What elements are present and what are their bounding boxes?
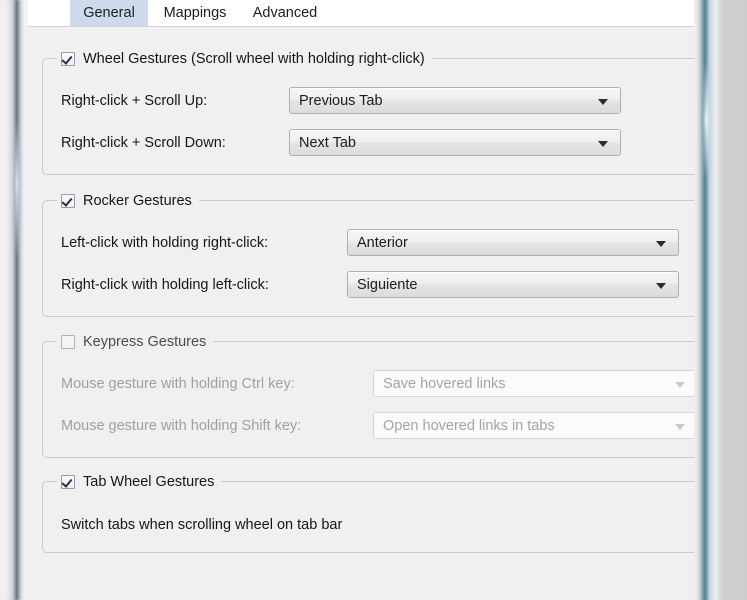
group-keypress-gestures: Keypress Gestures Mouse gesture with hol… xyxy=(42,341,701,458)
chevron-down-icon xyxy=(598,99,608,105)
shift-key-gesture-combobox[interactable]: Open hovered links in tabs xyxy=(373,412,698,439)
left-click-holding-right-combobox[interactable]: Anterior xyxy=(347,229,679,256)
settings-dialog: General Mappings Advanced Wheel Gestures… xyxy=(28,0,716,600)
tab-wheel-gestures-checkbox[interactable] xyxy=(61,475,75,489)
row-shift-key-gesture: Mouse gesture with holding Shift key: xyxy=(61,418,301,434)
ctrl-key-gesture-combobox[interactable]: Save hovered links xyxy=(373,370,698,397)
group-wheel-gestures-legend: Wheel Gestures (Scroll wheel with holdin… xyxy=(57,49,432,69)
right-click-holding-left-value: Siguiente xyxy=(348,277,417,293)
tab-wheel-gestures-note: Switch tabs when scrolling wheel on tab … xyxy=(61,517,342,533)
chevron-down-icon xyxy=(675,382,685,388)
tab-mappings[interactable]: Mappings xyxy=(152,0,238,26)
wheel-gestures-checkbox[interactable] xyxy=(61,52,75,66)
shift-key-gesture-value: Open hovered links in tabs xyxy=(374,418,555,434)
group-rocker-gestures: Rocker Gestures Left-click with holding … xyxy=(42,200,701,317)
window-left-border-highlight xyxy=(15,120,19,260)
tab-strip: General Mappings Advanced xyxy=(28,0,716,27)
row-right-click-scroll-up: Right-click + Scroll Up: xyxy=(61,93,207,109)
chevron-down-icon xyxy=(598,141,608,147)
group-keypress-gestures-legend: Keypress Gestures xyxy=(57,332,213,352)
group-rocker-gestures-legend: Rocker Gestures xyxy=(57,191,199,211)
tab-advanced[interactable]: Advanced xyxy=(240,0,330,26)
right-click-scroll-up-combobox[interactable]: Previous Tab xyxy=(289,87,621,114)
rocker-gestures-checkbox[interactable] xyxy=(61,194,75,208)
chevron-down-icon xyxy=(656,241,666,247)
wheel-gestures-label: Wheel Gestures (Scroll wheel with holdin… xyxy=(83,51,425,67)
left-click-holding-right-label: Left-click with holding right-click: xyxy=(61,235,268,251)
ctrl-key-gesture-value: Save hovered links xyxy=(374,376,506,392)
tab-wheel-gestures-label: Tab Wheel Gestures xyxy=(83,474,214,490)
right-click-scroll-down-label: Right-click + Scroll Down: xyxy=(61,135,226,151)
window-screen: General Mappings Advanced Wheel Gestures… xyxy=(0,0,747,600)
right-click-scroll-down-value: Next Tab xyxy=(290,135,356,151)
window-right-border xyxy=(694,0,747,600)
left-click-holding-right-value: Anterior xyxy=(348,235,408,251)
keypress-gestures-checkbox[interactable] xyxy=(61,335,75,349)
group-tab-wheel-gestures-legend: Tab Wheel Gestures xyxy=(57,472,221,492)
chevron-down-icon xyxy=(675,424,685,430)
window-right-border-highlight xyxy=(704,60,709,180)
row-right-click-holding-left: Right-click with holding left-click: xyxy=(61,277,269,293)
rocker-gestures-label: Rocker Gestures xyxy=(83,193,192,209)
right-click-holding-left-label: Right-click with holding left-click: xyxy=(61,277,269,293)
keypress-gestures-label: Keypress Gestures xyxy=(83,334,206,350)
right-click-scroll-up-label: Right-click + Scroll Up: xyxy=(61,93,207,109)
group-wheel-gestures: Wheel Gestures (Scroll wheel with holdin… xyxy=(42,58,701,175)
row-right-click-scroll-down: Right-click + Scroll Down: xyxy=(61,135,226,151)
tab-general[interactable]: General xyxy=(70,0,148,26)
ctrl-key-gesture-label: Mouse gesture with holding Ctrl key: xyxy=(61,376,295,392)
chevron-down-icon xyxy=(656,283,666,289)
right-click-holding-left-combobox[interactable]: Siguiente xyxy=(347,271,679,298)
group-tab-wheel-gestures: Tab Wheel Gestures Switch tabs when scro… xyxy=(42,481,701,553)
row-ctrl-key-gesture: Mouse gesture with holding Ctrl key: xyxy=(61,376,295,392)
right-click-scroll-down-combobox[interactable]: Next Tab xyxy=(289,129,621,156)
right-click-scroll-up-value: Previous Tab xyxy=(290,93,383,109)
shift-key-gesture-label: Mouse gesture with holding Shift key: xyxy=(61,418,301,434)
row-left-click-holding-right: Left-click with holding right-click: xyxy=(61,235,268,251)
